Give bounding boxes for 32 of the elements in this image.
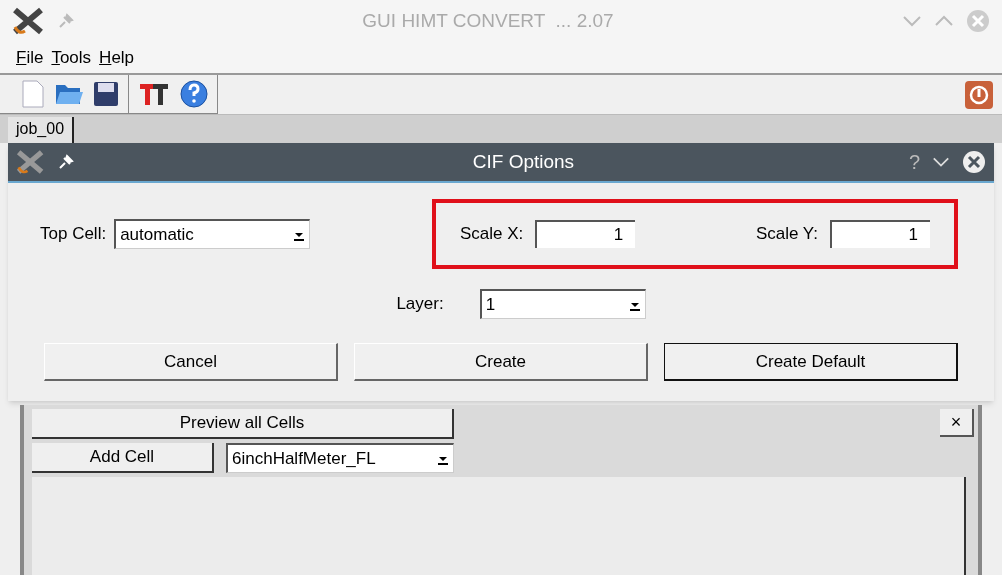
- menu-item[interactable]: File: [16, 44, 44, 71]
- top-cell-dropdown[interactable]: automatic: [114, 219, 311, 249]
- help-icon[interactable]: [179, 79, 209, 109]
- scale-x-field[interactable]: 1: [535, 220, 636, 248]
- dialog-title: CIF Options: [471, 149, 576, 174]
- field-label: Top Cell:: [40, 223, 107, 246]
- save-icon[interactable]: [92, 80, 120, 108]
- power-icon[interactable]: [964, 79, 994, 110]
- dialog-button[interactable]: Create: [354, 343, 648, 381]
- dropdown-value: 6inchHalfMeter_FL: [232, 447, 376, 470]
- preview-button[interactable]: Preview all Cells: [32, 409, 454, 439]
- menu-item[interactable]: Tools: [51, 44, 92, 71]
- field-label: Layer:: [396, 293, 444, 316]
- menu-item[interactable]: Help: [99, 44, 135, 71]
- field-label: Scale X:: [460, 223, 524, 246]
- close-button[interactable]: ×: [940, 409, 974, 437]
- app-logo-icon: [12, 7, 46, 35]
- dropdown-value: 1: [485, 293, 496, 316]
- window-title: GUI HIMT CONVERT ... 2.07: [361, 8, 615, 33]
- scale-y-field[interactable]: 1: [830, 220, 930, 248]
- cell-dropdown[interactable]: 6inchHalfMeter_FL: [226, 443, 454, 473]
- dialog-button[interactable]: Cancel: [44, 343, 338, 381]
- dialog-button[interactable]: Create Default: [664, 343, 958, 381]
- tab[interactable]: job_00: [8, 117, 75, 143]
- add-cell-button[interactable]: Add Cell: [32, 443, 214, 473]
- app-logo-icon: [16, 149, 46, 175]
- layer-dropdown[interactable]: 1: [479, 289, 646, 319]
- help-button[interactable]: ?: [908, 147, 920, 177]
- close-icon[interactable]: [962, 150, 986, 174]
- field-label: Scale Y:: [755, 223, 818, 246]
- dropdown-value: automatic: [120, 223, 194, 246]
- minimize-icon[interactable]: [932, 156, 950, 168]
